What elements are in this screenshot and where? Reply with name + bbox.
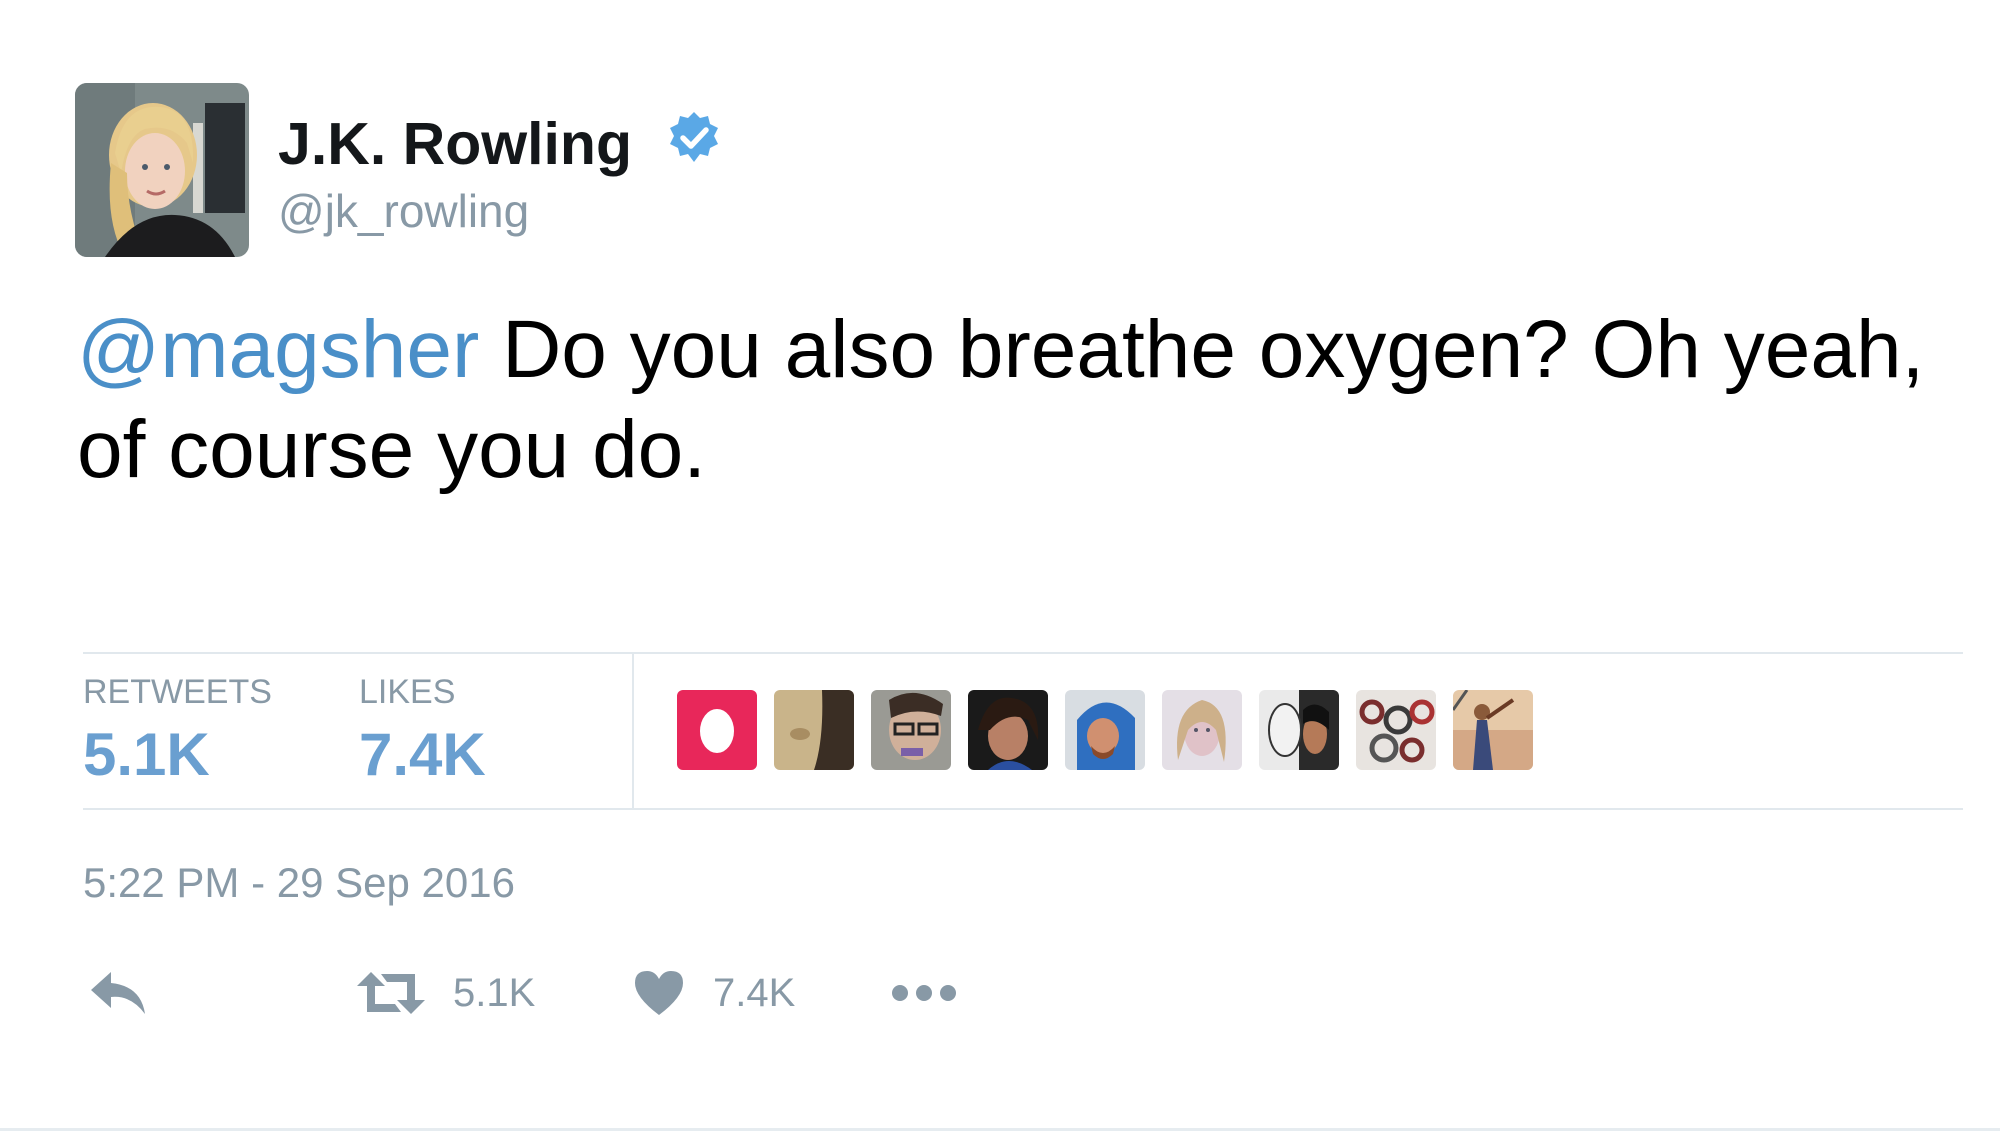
retweet-button[interactable]: 5.1K: [357, 963, 535, 1023]
likes-label: LIKES: [359, 673, 456, 711]
more-options-button[interactable]: [891, 963, 957, 1023]
author-display-name[interactable]: J.K. Rowling: [278, 108, 632, 180]
like-button[interactable]: 7.4K: [633, 963, 795, 1023]
reply-button[interactable]: [89, 963, 147, 1023]
liker-avatar-4[interactable]: [968, 690, 1048, 770]
mention-link[interactable]: @magsher: [77, 304, 479, 395]
author-avatar[interactable]: [75, 83, 249, 257]
likes-value: 7.4K: [359, 721, 486, 788]
profile-photo: [75, 83, 249, 257]
verified-badge-icon: [666, 110, 722, 166]
liker-avatar-7[interactable]: [1259, 690, 1339, 770]
retweet-icon: [357, 972, 425, 1014]
heart-icon: [635, 971, 683, 1015]
author-handle[interactable]: @jk_rowling: [278, 183, 529, 239]
tweet-timestamp[interactable]: 5:22 PM - 29 Sep 2016: [83, 858, 515, 908]
stats-top-divider: [83, 652, 1963, 654]
more-dots-icon: [892, 985, 956, 1001]
tweet-text: @magsher Do you also breathe oxygen? Oh …: [77, 300, 1977, 500]
liker-avatar-8[interactable]: [1356, 690, 1436, 770]
liker-avatar-5[interactable]: [1065, 690, 1145, 770]
reply-icon: [91, 972, 145, 1014]
stats-bottom-divider: [83, 808, 1963, 810]
retweet-count: 5.1K: [453, 971, 536, 1015]
likes-stat[interactable]: LIKES 7.4K: [359, 672, 486, 792]
like-count: 7.4K: [713, 971, 796, 1015]
liker-avatar-9[interactable]: [1453, 690, 1533, 770]
retweets-stat[interactable]: RETWEETS 5.1K: [83, 672, 272, 792]
liker-avatar-6[interactable]: [1162, 690, 1242, 770]
retweets-label: RETWEETS: [83, 673, 272, 711]
liker-avatar-1[interactable]: [677, 690, 757, 770]
liker-avatar-3[interactable]: [871, 690, 951, 770]
stats-vertical-divider: [632, 654, 634, 808]
retweets-value: 5.1K: [83, 721, 210, 788]
bottom-border: [0, 1128, 2000, 1131]
liker-avatar-2[interactable]: [774, 690, 854, 770]
